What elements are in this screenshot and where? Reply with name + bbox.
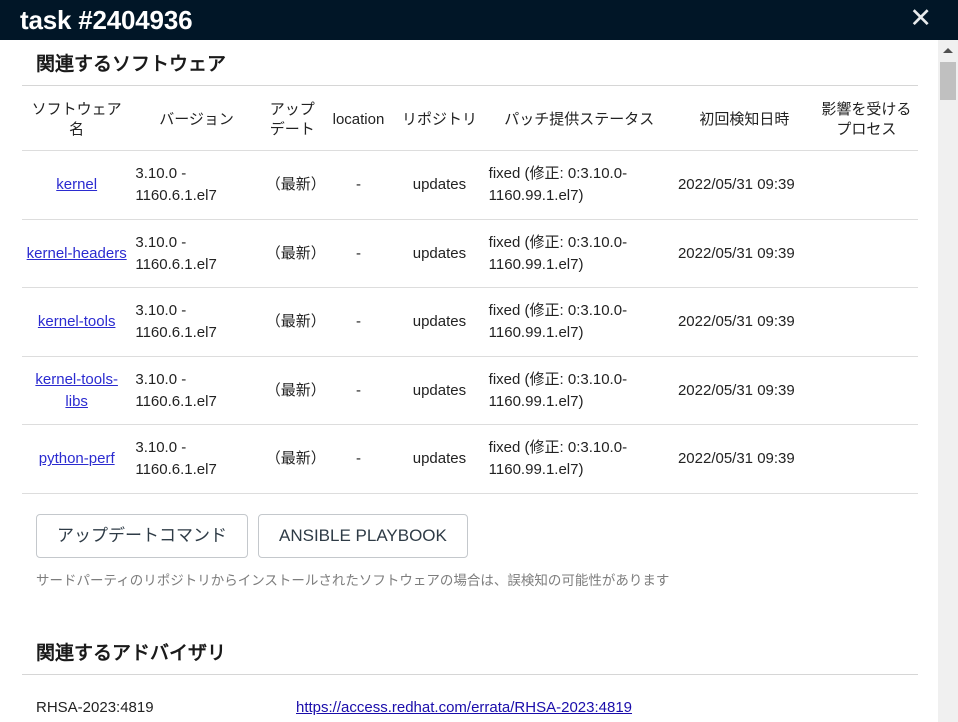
advisory-section-heading: 関連するアドバイザリ <box>36 643 227 665</box>
cell-location: - <box>322 356 395 426</box>
column-header-version[interactable]: バージョン <box>131 89 262 152</box>
cell-patch-status: fixed (修正: 0:3.10.0-1160.99.1.el7) <box>484 424 674 494</box>
cell-patch-status: fixed (修正: 0:3.10.0-1160.99.1.el7) <box>484 356 674 426</box>
cell-location: - <box>322 424 395 494</box>
scrollbar-thumb[interactable] <box>940 62 956 100</box>
cell-version: 3.10.0 - 1160.6.1.el7 <box>131 356 262 426</box>
table-header: ソフトウェア名 バージョン アップデート location リポジトリ パッチ提… <box>22 89 918 152</box>
cell-location: - <box>322 287 395 357</box>
table-body: kernel 3.10.0 - 1160.6.1.el7 （最新） - upda… <box>22 150 918 494</box>
table-row: kernel 3.10.0 - 1160.6.1.el7 （最新） - upda… <box>22 150 918 220</box>
cell-affected-process <box>814 424 918 494</box>
cell-repository: updates <box>394 424 485 494</box>
cell-location: - <box>322 219 395 289</box>
cell-update: （最新） <box>261 287 326 357</box>
cell-version: 3.10.0 - 1160.6.1.el7 <box>131 150 262 220</box>
advisory-section-divider <box>22 674 918 676</box>
related-software-table: ソフトウェア名 バージョン アップデート location リポジトリ パッチ提… <box>22 89 918 494</box>
table-row: kernel-tools 3.10.0 - 1160.6.1.el7 （最新） … <box>22 287 918 357</box>
cell-first-detected: 2022/05/31 09:39 <box>673 424 815 494</box>
column-header-repository[interactable]: リポジトリ <box>394 89 485 152</box>
cell-affected-process <box>814 150 918 220</box>
software-link[interactable]: kernel-tools <box>38 313 116 330</box>
software-link[interactable]: kernel <box>56 176 97 193</box>
column-header-software-name[interactable]: ソフトウェア名 <box>22 89 132 152</box>
close-icon[interactable]: ✕ <box>907 5 934 35</box>
cell-patch-status: fixed (修正: 0:3.10.0-1160.99.1.el7) <box>484 287 674 357</box>
software-section-divider <box>22 84 918 86</box>
table-row: python-perf 3.10.0 - 1160.6.1.el7 （最新） -… <box>22 424 918 494</box>
cell-first-detected: 2022/05/31 09:39 <box>673 219 815 289</box>
cell-location: - <box>322 150 395 220</box>
cell-affected-process <box>814 287 918 357</box>
software-link[interactable]: python-perf <box>39 450 115 467</box>
cell-patch-status: fixed (修正: 0:3.10.0-1160.99.1.el7) <box>484 219 674 289</box>
update-command-button[interactable]: アップデートコマンド <box>36 513 248 559</box>
cell-update: （最新） <box>261 150 326 220</box>
action-button-row: アップデートコマンド ANSIBLE PLAYBOOK <box>36 513 918 559</box>
software-section-heading: 関連するソフトウェア <box>36 54 227 75</box>
cell-affected-process <box>814 219 918 289</box>
column-header-affected-process[interactable]: 影響を受けるプロセス <box>814 89 918 152</box>
cell-repository: updates <box>394 287 485 357</box>
modal-titlebar: task #2404936 ✕ <box>0 0 958 40</box>
scroll-up-arrow-icon[interactable] <box>938 40 958 60</box>
ansible-playbook-button[interactable]: ANSIBLE PLAYBOOK <box>258 513 468 559</box>
cell-repository: updates <box>394 219 485 289</box>
software-link[interactable]: kernel-tools-libs <box>35 371 118 410</box>
advisory-id: RHSA-2023:4819 <box>36 699 154 717</box>
cell-patch-status: fixed (修正: 0:3.10.0-1160.99.1.el7) <box>484 150 674 220</box>
table-row: kernel-tools-libs 3.10.0 - 1160.6.1.el7 … <box>22 356 918 426</box>
table-header-row: ソフトウェア名 バージョン アップデート location リポジトリ パッチ提… <box>22 89 918 152</box>
related-advisory-table: RHSA-2023:4819 https://access.redhat.com… <box>22 681 918 722</box>
column-header-update[interactable]: アップデート <box>261 89 323 152</box>
cell-update: （最新） <box>261 219 326 289</box>
page-title: task #2404936 <box>20 5 193 35</box>
column-header-first-detected[interactable]: 初回検知日時 <box>673 89 815 152</box>
cell-update: （最新） <box>261 356 326 426</box>
cell-repository: updates <box>394 150 485 220</box>
cell-update: （最新） <box>261 424 326 494</box>
column-header-patch-status[interactable]: パッチ提供ステータス <box>484 89 674 152</box>
cell-version: 3.10.0 - 1160.6.1.el7 <box>131 219 262 289</box>
task-detail-modal: task #2404936 ✕ 関連するソフトウェア ソフトウェア名 バージョン… <box>0 0 958 722</box>
cell-first-detected: 2022/05/31 09:39 <box>673 356 815 426</box>
table-row: kernel-headers 3.10.0 - 1160.6.1.el7 （最新… <box>22 219 918 289</box>
cell-affected-process <box>814 356 918 426</box>
advisory-url-link[interactable]: https://access.redhat.com/errata/RHSA-20… <box>296 699 632 716</box>
table-row: RHSA-2023:4819 https://access.redhat.com… <box>22 681 918 722</box>
cell-first-detected: 2022/05/31 09:39 <box>673 287 815 357</box>
advisory-table-body: RHSA-2023:4819 https://access.redhat.com… <box>22 681 918 722</box>
column-header-location[interactable]: location <box>322 89 395 152</box>
cell-version: 3.10.0 - 1160.6.1.el7 <box>131 424 262 494</box>
third-party-repo-note: サードパーティのリポジトリからインストールされたソフトウェアの場合は、誤検知の可… <box>36 573 670 589</box>
cell-first-detected: 2022/05/31 09:39 <box>673 150 815 220</box>
vertical-scrollbar[interactable] <box>938 40 958 722</box>
cell-repository: updates <box>394 356 485 426</box>
cell-version: 3.10.0 - 1160.6.1.el7 <box>131 287 262 357</box>
modal-body: 関連するソフトウェア ソフトウェア名 バージョン アップデート location… <box>0 40 938 722</box>
software-link[interactable]: kernel-headers <box>27 245 127 262</box>
